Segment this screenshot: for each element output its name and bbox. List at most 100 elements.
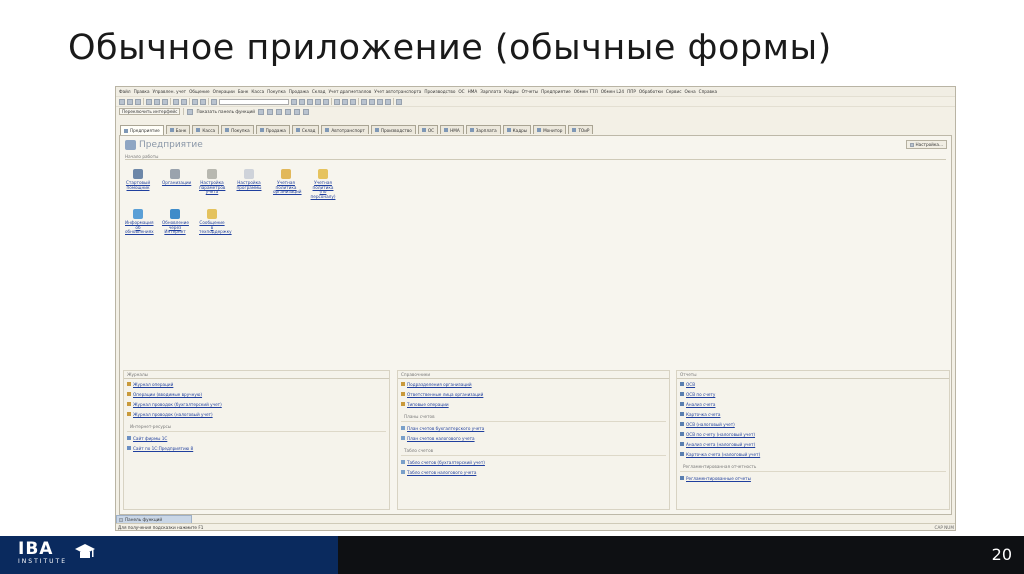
settings-button[interactable]: Настройка... bbox=[905, 140, 947, 149]
list-link[interactable]: Анализ счета (налоговый учет) bbox=[677, 439, 949, 449]
next-icon[interactable] bbox=[377, 98, 383, 105]
list-link[interactable]: Карточка счета (налоговый учет) bbox=[677, 449, 949, 459]
menu-item[interactable]: Банк bbox=[238, 89, 249, 94]
menu-item[interactable]: Склад bbox=[312, 89, 326, 94]
tab-item[interactable]: Касса bbox=[192, 125, 220, 134]
report-icon[interactable] bbox=[334, 98, 340, 105]
print-icon[interactable] bbox=[173, 98, 179, 105]
tab-item[interactable]: ТОиР bbox=[568, 125, 594, 134]
menu-item[interactable]: Обработки bbox=[639, 89, 663, 94]
cash-icon[interactable] bbox=[267, 108, 273, 115]
calculator-icon[interactable] bbox=[307, 98, 313, 105]
report-list-icon[interactable] bbox=[303, 108, 309, 115]
list-link[interactable]: Регламентированные отчеты bbox=[677, 473, 949, 483]
search-next-icon[interactable] bbox=[291, 98, 297, 105]
tab-item[interactable]: Кадры bbox=[502, 125, 532, 134]
list-link[interactable]: ОСВ по счету bbox=[677, 389, 949, 399]
tab-item[interactable]: Продажа bbox=[255, 125, 290, 134]
start-action[interactable]: Настройка программы bbox=[236, 169, 262, 190]
prev-icon[interactable] bbox=[369, 98, 375, 105]
menu-item[interactable]: Файл bbox=[119, 89, 131, 94]
menu-item[interactable]: Справка bbox=[699, 89, 717, 94]
menu-item[interactable]: Покупка bbox=[267, 89, 286, 94]
back-icon[interactable] bbox=[192, 98, 198, 105]
calendar-icon[interactable] bbox=[315, 98, 321, 105]
start-action[interactable]: Организации bbox=[162, 169, 191, 186]
list-link[interactable]: Сайт по 1С:Предприятию 8 bbox=[124, 443, 389, 453]
chart-icon[interactable] bbox=[342, 98, 348, 105]
menu-item[interactable]: НМА bbox=[468, 89, 478, 94]
paste-icon[interactable] bbox=[162, 98, 168, 105]
start-action[interactable]: Стартовый помощник bbox=[125, 169, 151, 190]
list-link[interactable]: ОСВ (налоговый учет) bbox=[677, 419, 949, 429]
copy-icon[interactable] bbox=[154, 98, 160, 105]
menu-item[interactable]: Кадры bbox=[504, 89, 518, 94]
tab-item[interactable]: Предприятие bbox=[120, 125, 164, 135]
start-action[interactable]: Учетная политика (по персоналу) bbox=[310, 169, 336, 199]
tab-item[interactable]: Производство bbox=[370, 125, 416, 134]
preview-icon[interactable] bbox=[181, 98, 187, 105]
list-link[interactable]: Карточка счета bbox=[677, 409, 949, 419]
menu-item[interactable]: Окна bbox=[685, 89, 696, 94]
search-input[interactable] bbox=[219, 98, 289, 105]
list-link[interactable]: План счетов налогового учета bbox=[398, 433, 669, 443]
cut-icon[interactable] bbox=[146, 98, 152, 105]
menu-item[interactable]: Операции bbox=[213, 89, 235, 94]
list-link[interactable]: План счетов бухгалтерского учета bbox=[398, 423, 669, 433]
function-panel-button[interactable]: Показать панель функций bbox=[196, 109, 255, 114]
tab-item[interactable]: Автотранспорт bbox=[321, 125, 369, 134]
menu-item[interactable]: Зарплата bbox=[480, 89, 501, 94]
menu-item[interactable]: ППР bbox=[627, 89, 636, 94]
last-icon[interactable] bbox=[385, 98, 391, 105]
menu-item[interactable]: Предприятие bbox=[541, 89, 571, 94]
list-link[interactable]: Операции (вводимые вручную) bbox=[124, 389, 389, 399]
list-link[interactable]: ОСВ bbox=[677, 379, 949, 389]
menu-item[interactable]: Управлен. учет bbox=[153, 89, 187, 94]
list-link[interactable]: Анализ счета bbox=[677, 399, 949, 409]
find-icon[interactable] bbox=[211, 98, 217, 105]
menu-item[interactable]: Продажа bbox=[289, 89, 309, 94]
forward-icon[interactable] bbox=[200, 98, 206, 105]
tab-item[interactable]: Покупка bbox=[221, 125, 254, 134]
tab-item[interactable]: Склад bbox=[291, 125, 320, 134]
tab-item[interactable]: ОС bbox=[417, 125, 439, 134]
menu-item[interactable]: Общение bbox=[189, 89, 209, 94]
search-prev-icon[interactable] bbox=[299, 98, 305, 105]
menu-item[interactable]: Учет автотранспорта bbox=[374, 89, 421, 94]
new-icon[interactable] bbox=[119, 98, 125, 105]
list-link[interactable]: Табло счетов налогового учета bbox=[398, 467, 669, 477]
list-link[interactable]: Ответственные лица организаций bbox=[398, 389, 669, 399]
menu-item[interactable]: Отчеты bbox=[522, 89, 539, 94]
list-link[interactable]: Журнал проводок (бухгалтерский учет) bbox=[124, 399, 389, 409]
journal-icon[interactable] bbox=[294, 108, 300, 115]
open-icon[interactable] bbox=[127, 98, 133, 105]
start-action[interactable]: Настройка параметров учета bbox=[199, 169, 225, 195]
menu-item[interactable]: Обмен ТТЛ bbox=[574, 89, 598, 94]
start-action[interactable]: Учетная политика организаций bbox=[273, 169, 302, 195]
invoice-icon[interactable] bbox=[276, 108, 282, 115]
menu-item[interactable]: Производство bbox=[424, 89, 455, 94]
start-action[interactable]: Информация об обновлениях bbox=[125, 209, 154, 235]
menu-item[interactable]: Учет драгметаллов bbox=[328, 89, 371, 94]
menu-item[interactable]: Сервис bbox=[666, 89, 682, 94]
first-icon[interactable] bbox=[361, 98, 367, 105]
list-link[interactable]: Типовые операции bbox=[398, 399, 669, 409]
start-action[interactable]: Обновление через Интернет bbox=[162, 209, 189, 235]
menu-item[interactable]: Правка bbox=[134, 89, 150, 94]
menu-item[interactable]: ОС bbox=[458, 89, 464, 94]
table-icon[interactable] bbox=[350, 98, 356, 105]
help-icon[interactable] bbox=[323, 98, 329, 105]
menu-item[interactable]: Обмен L24 bbox=[601, 89, 624, 94]
interface-select[interactable]: Переключить интерфейс bbox=[119, 108, 181, 115]
tab-item[interactable]: НМА bbox=[440, 125, 464, 134]
tab-item[interactable]: Зарплата bbox=[465, 125, 501, 134]
list-link[interactable]: Журнал операций bbox=[124, 379, 389, 389]
menu-item[interactable]: Касса bbox=[251, 89, 264, 94]
list-link[interactable]: Табло счетов (бухгалтерский учет) bbox=[398, 457, 669, 467]
start-action[interactable]: Сообщение в техподдержку bbox=[199, 209, 232, 235]
tab-item[interactable]: Банк bbox=[165, 125, 191, 134]
info-icon[interactable] bbox=[396, 98, 402, 105]
list-link[interactable]: ОСВ по счету (налоговый учет) bbox=[677, 429, 949, 439]
tab-item[interactable]: Монитор bbox=[533, 125, 567, 134]
waybill-icon[interactable] bbox=[285, 108, 291, 115]
